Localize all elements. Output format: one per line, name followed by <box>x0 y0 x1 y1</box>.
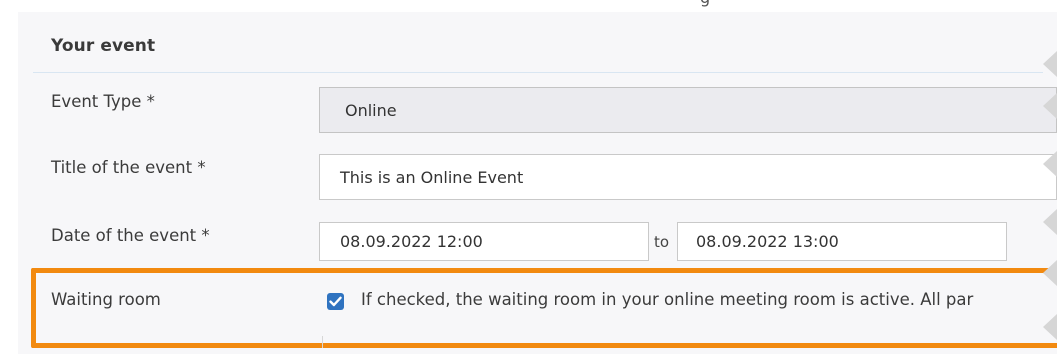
section-title: Your event <box>51 36 156 56</box>
event-end-date-input[interactable]: 08.09.2022 13:00 <box>677 222 1007 261</box>
event-title-value: This is an Online Event <box>340 167 524 187</box>
event-type-value: Online <box>345 100 397 120</box>
event-title-label: Title of the event * <box>51 158 206 177</box>
event-title-input[interactable]: This is an Online Event <box>319 154 1057 200</box>
event-start-date-value: 08.09.2022 12:00 <box>340 232 483 251</box>
event-type-field[interactable]: Online <box>319 87 1057 133</box>
waiting-room-label: Waiting room <box>51 290 161 309</box>
checkmark-icon <box>329 296 342 307</box>
event-date-label: Date of the event * <box>51 226 210 245</box>
date-range-separator: to <box>648 222 674 261</box>
event-type-label: Event Type * <box>51 92 155 111</box>
event-settings-page: g Your event Event Type * Online Title o… <box>0 0 1057 354</box>
next-row-divider <box>322 336 323 348</box>
cropped-header-text: g <box>700 0 710 7</box>
chevron-left-icon <box>1043 260 1057 286</box>
section-header: Your event <box>33 28 1043 73</box>
event-start-date-input[interactable]: 08.09.2022 12:00 <box>319 222 649 261</box>
chevron-left-icon <box>1043 151 1057 177</box>
chevron-left-icon <box>1043 314 1057 340</box>
event-end-date-value: 08.09.2022 13:00 <box>696 232 839 251</box>
chevron-left-icon <box>1043 209 1057 235</box>
waiting-room-checkbox[interactable] <box>327 293 344 310</box>
top-cropped-header: g <box>0 0 1057 12</box>
waiting-room-description: If checked, the waiting room in your onl… <box>361 290 974 309</box>
chevron-left-icon <box>1043 93 1057 119</box>
chevron-left-icon <box>1043 51 1057 77</box>
